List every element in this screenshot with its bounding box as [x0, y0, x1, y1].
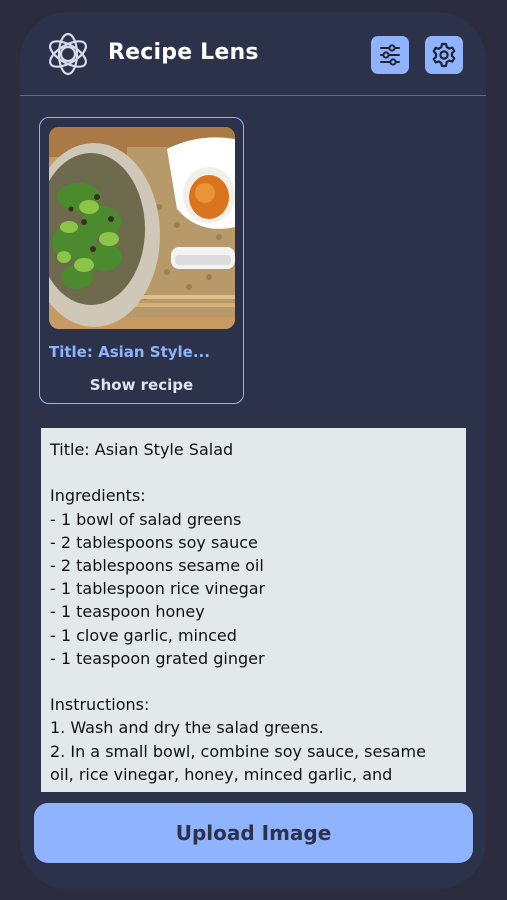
recipe-line: Title: Asian Style Salad — [50, 440, 234, 459]
recipe-text-panel[interactable]: Title: Asian Style Salad Ingredients: - 1… — [41, 428, 466, 792]
recipe-line: 1. Wash and dry the salad greens. — [50, 718, 324, 738]
app-title: Recipe Lens — [108, 40, 259, 65]
recipe-line: - 1 clove garlic, minced — [50, 625, 237, 645]
salad-plate-photo[interactable] — [49, 127, 235, 329]
recipe-line: Ingredients: — [50, 486, 146, 506]
settings-button[interactable] — [425, 36, 463, 74]
recipe-line — [50, 461, 457, 484]
recipe-line: - 2 tablespoons soy sauce — [50, 532, 258, 552]
gear-icon — [432, 42, 456, 68]
recipe-card[interactable]: Title: Asian Style... Show recipe — [39, 117, 244, 404]
recipe-line: - 1 teaspoon honey — [50, 602, 205, 622]
recipe-line: 2. In a small bowl, combine soy sauce, s… — [50, 741, 426, 761]
app-window: Recipe Lens Title: Asian Style... Show r… — [20, 12, 486, 889]
recipe-line: Instructions: — [50, 695, 150, 715]
app-header: Recipe Lens — [20, 12, 486, 96]
recipe-line: - 1 bowl of salad greens — [50, 509, 242, 529]
sliders-icon — [380, 44, 400, 66]
recipe-card-title: Title: Asian Style... — [49, 343, 210, 361]
recipe-line: - 1 teaspoon grated ginger — [50, 648, 265, 668]
show-recipe-button[interactable]: Show recipe — [40, 376, 243, 394]
filter-button[interactable] — [371, 36, 409, 74]
upload-image-button[interactable]: Upload Image — [34, 803, 473, 863]
openai-knot-icon — [49, 32, 87, 76]
recipe-line: oil, rice vinegar, honey, minced garlic,… — [50, 764, 393, 784]
recipe-line: - 2 tablespoons sesame oil — [50, 556, 264, 576]
recipe-line — [50, 670, 457, 693]
recipe-line: - 1 tablespoon rice vinegar — [50, 579, 266, 599]
